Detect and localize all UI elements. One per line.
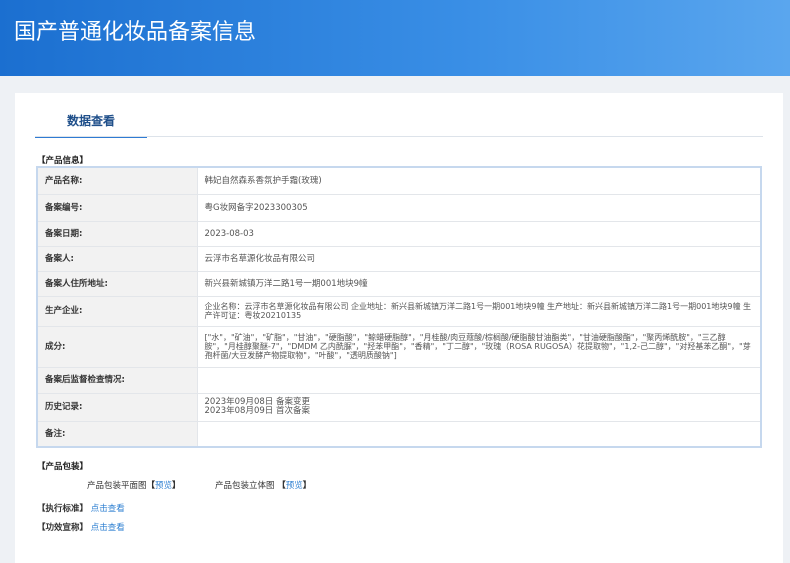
tab-divider [35, 136, 763, 137]
solid-package-item: 产品包装立体图 【预览】 [215, 479, 311, 491]
row-value: 韩妃自然森系香氛护手霜(玫瑰) [196, 166, 762, 195]
page-title: 国产普通化妆品备案信息 [14, 20, 257, 45]
row-value: 云浮市名草源化妆品有限公司 [196, 245, 762, 272]
table-row: 成分: ["水"，"矿油"，"矿脂"，"甘油"，"硬脂酸"，"鲸蜡硬脂醇"，"月桂… [36, 325, 762, 368]
row-label: 备案人住所地址: [36, 270, 198, 297]
history-entry: 2023年08月09日 首次备案 [204, 406, 310, 416]
content-card: 数据查看 【产品信息】 产品名称: 韩妃自然森系香氛护手霜(玫瑰) 备案编号: 粤G… [15, 93, 783, 563]
table-row: 生产企业: 企业名称：云浮市名草源化妆品有限公司 企业地址：新兴县新城镇万洋二路1… [36, 295, 762, 327]
standard-row: 【执行标准】 点击查看 [37, 502, 125, 514]
row-label: 备案后监督检查情况: [36, 366, 198, 394]
row-label: 备案人: [36, 245, 198, 272]
row-value: 2023-08-03 [196, 220, 762, 247]
row-value [196, 420, 762, 448]
flat-package-label: 产品包装平面图 [87, 481, 147, 491]
table-row: 备案后监督检查情况: [36, 366, 762, 394]
row-label: 历史记录: [36, 392, 198, 422]
bracket: 【 [277, 481, 286, 491]
efficacy-heading: 【功效宣称】 [37, 523, 89, 533]
row-value [196, 366, 762, 394]
standard-heading: 【执行标准】 [37, 504, 89, 514]
table-row: 备注: [36, 420, 762, 448]
bracket: 】 [302, 481, 312, 491]
row-value: 新兴县新城镇万洋二路1号一期001地块9幢 [196, 270, 762, 297]
solid-package-label: 产品包装立体图 [215, 481, 275, 491]
page-header: 国产普通化妆品备案信息 [0, 0, 790, 76]
tab-data-view[interactable]: 数据查看 [35, 109, 147, 138]
product-info-table: 产品名称: 韩妃自然森系香氛护手霜(玫瑰) 备案编号: 粤G妆网备字20233003… [36, 166, 762, 448]
table-row: 历史记录: 2023年09月08日 备案变更 2023年08月09日 首次备案 [36, 392, 762, 422]
bracket: 】 [172, 481, 181, 491]
row-label: 生产企业: [36, 295, 198, 327]
row-label: 备注: [36, 420, 198, 448]
row-value: 粤G妆网备字2023300305 [196, 193, 762, 222]
standard-view-link[interactable]: 点击查看 [91, 504, 125, 514]
row-label: 备案编号: [36, 193, 198, 222]
efficacy-view-link[interactable]: 点击查看 [91, 523, 125, 533]
table-row: 备案人住所地址: 新兴县新城镇万洋二路1号一期001地块9幢 [36, 270, 762, 297]
flat-preview-link[interactable]: 预览 [155, 481, 172, 491]
packaging-heading: 【产品包装】 [37, 462, 89, 472]
row-label: 成分: [36, 325, 198, 368]
table-row: 备案日期: 2023-08-03 [36, 220, 762, 247]
table-row: 备案编号: 粤G妆网备字2023300305 [36, 193, 762, 222]
row-label: 产品名称: [36, 166, 198, 195]
solid-preview-link[interactable]: 预览 [286, 481, 303, 491]
row-label: 备案日期: [36, 220, 198, 247]
row-value: 2023年09月08日 备案变更 2023年08月09日 首次备案 [196, 392, 762, 422]
efficacy-row: 【功效宣称】 点击查看 [37, 521, 125, 533]
table-row: 备案人: 云浮市名草源化妆品有限公司 [36, 245, 762, 272]
flat-package-item: 产品包装平面图【预览】 [87, 479, 181, 491]
row-value: 企业名称：云浮市名草源化妆品有限公司 企业地址：新兴县新城镇万洋二路1号一期00… [196, 295, 762, 327]
bracket: 【 [146, 481, 156, 491]
product-info-heading: 【产品信息】 [37, 156, 89, 166]
row-value: ["水"，"矿油"，"矿脂"，"甘油"，"硬脂酸"，"鲸蜡硬脂醇"，"月桂酸/肉… [196, 325, 762, 368]
table-row: 产品名称: 韩妃自然森系香氛护手霜(玫瑰) [36, 166, 762, 195]
